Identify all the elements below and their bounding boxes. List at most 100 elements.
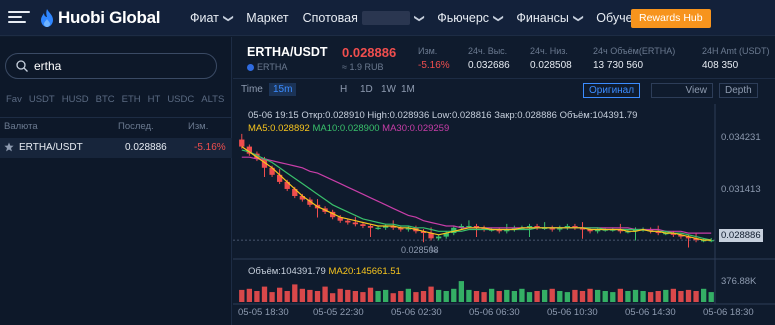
nav-item[interactable]: Фьючерс ❯ bbox=[437, 11, 504, 25]
column-change[interactable]: Изм. bbox=[188, 121, 208, 132]
volume-bar bbox=[367, 287, 374, 302]
nav-item[interactable]: Спотовая ❯ bbox=[302, 11, 425, 25]
interval-1d[interactable]: 1D bbox=[360, 84, 373, 95]
ticker-symbol[interactable]: ERTHA/USDT bbox=[247, 45, 328, 59]
market-row-pair: ERTHA/USDT bbox=[19, 142, 83, 153]
volume-bar bbox=[405, 288, 412, 302]
chevron-down-icon: ❯ bbox=[572, 13, 584, 23]
market-list-header: Валюта Послед. Изм. bbox=[0, 117, 232, 135]
volume-bar bbox=[511, 291, 518, 302]
filter-tab[interactable]: Fav bbox=[6, 94, 22, 108]
candle-body bbox=[367, 226, 374, 228]
filter-tab[interactable]: ALTS bbox=[201, 94, 224, 108]
volume-bar bbox=[602, 291, 608, 302]
volume-bar bbox=[352, 291, 359, 302]
interval-15m[interactable]: 15m bbox=[269, 83, 297, 96]
filter-tab[interactable]: ETH bbox=[122, 94, 141, 108]
volume-bar bbox=[322, 286, 328, 302]
nav-item[interactable]: Фиат ❯ bbox=[190, 11, 234, 25]
rewards-hub-button[interactable]: Rewards Hub bbox=[631, 9, 711, 28]
volume-ma20-legend: MA20:145661.51 bbox=[328, 266, 401, 277]
ticker-header: ERTHA/USDT ERTHA 0.028886 ≈ 1.9 RUB Изм.… bbox=[233, 37, 775, 79]
last-price-tag: 0.028886 bbox=[719, 229, 763, 242]
top-navigation-bar: Huobi Global Фиат ❯ Маркет Спотовая ❯ Фьючерс… bbox=[0, 0, 775, 36]
brand-name: Huobi Global bbox=[58, 8, 161, 27]
volume-bar bbox=[534, 291, 540, 302]
candlestick-chart[interactable]: 05-06 19:15 Откр:0.028910 High:0.028936 … bbox=[233, 104, 775, 325]
stat-24h-low: 24ч. Низ. 0.028508 bbox=[530, 46, 572, 71]
volume-bar bbox=[541, 289, 548, 302]
view-tradingview-button[interactable]: View bbox=[651, 83, 713, 98]
view-original-button[interactable]: Оригинал bbox=[583, 83, 641, 98]
volume-bar bbox=[292, 284, 298, 302]
stat-label: 24ч. Низ. bbox=[530, 46, 568, 56]
volume-bar bbox=[390, 293, 396, 302]
stat-label: 24ч Объём(ERTHA) bbox=[593, 46, 676, 56]
interval-1m[interactable]: 1M bbox=[401, 84, 415, 95]
nav-item-label: Маркет bbox=[246, 11, 289, 25]
volume-bar bbox=[337, 288, 343, 302]
nav-item-label: Фьючерс bbox=[437, 11, 490, 25]
ticker-base-name: ERTHA bbox=[257, 62, 288, 72]
search-box[interactable] bbox=[5, 53, 217, 79]
volume-bar bbox=[708, 292, 714, 302]
volume-tick-label: 376.88K bbox=[721, 276, 757, 287]
redacted-block bbox=[361, 11, 410, 25]
chevron-down-icon: ❯ bbox=[492, 13, 504, 23]
market-row[interactable]: ERTHA/USDT 0.028886 -5.16% bbox=[0, 138, 232, 158]
search-input[interactable] bbox=[34, 58, 204, 74]
y-tick-label: 0.034231 bbox=[721, 132, 761, 143]
volume-bar bbox=[700, 288, 707, 302]
stat-value: 0.032686 bbox=[468, 60, 510, 71]
stat-24h-high: 24ч. Выс. 0.032686 bbox=[468, 46, 510, 71]
stat-value: 408 350 bbox=[702, 60, 739, 71]
ertha-coin-icon bbox=[247, 63, 254, 71]
volume-bar bbox=[549, 288, 555, 302]
volume-bar bbox=[443, 291, 449, 302]
volume-bar bbox=[345, 289, 351, 302]
market-row-change: -5.16% bbox=[194, 142, 226, 153]
x-tick-label: 05-06 02:30 bbox=[391, 307, 442, 318]
filter-tab[interactable]: FIA bbox=[231, 94, 232, 108]
filter-tab[interactable]: HUSD bbox=[62, 94, 89, 108]
nav-item-label: Спотовая bbox=[302, 11, 358, 25]
x-tick-label: 05-06 14:30 bbox=[625, 307, 676, 318]
volume-bar bbox=[276, 287, 283, 302]
volume-bar bbox=[670, 288, 677, 302]
volume-bar bbox=[632, 289, 639, 302]
volume-bar bbox=[458, 281, 465, 302]
ticker-base: ERTHA bbox=[247, 62, 287, 72]
volume-bar bbox=[254, 291, 260, 302]
volume-bar bbox=[481, 292, 487, 302]
stat-change: Изм. -5.16% bbox=[418, 46, 450, 71]
volume-bar bbox=[435, 289, 442, 302]
huobi-flame-icon bbox=[41, 9, 53, 27]
interval-hour[interactable]: H bbox=[340, 84, 347, 95]
nav-item-label: Финансы bbox=[516, 11, 569, 25]
filter-tab[interactable]: USDT bbox=[29, 94, 55, 108]
hamburger-menu-icon[interactable] bbox=[8, 11, 30, 25]
favorite-star-icon[interactable] bbox=[4, 142, 14, 152]
volume-bar bbox=[284, 291, 290, 302]
ma-legend: MA5:0.028892 MA10:0.028900 MA30:0.029259 bbox=[248, 123, 449, 134]
filter-tab[interactable]: HT bbox=[148, 94, 161, 108]
column-currency[interactable]: Валюта bbox=[4, 121, 38, 132]
volume-bar bbox=[360, 292, 366, 302]
filter-tab[interactable]: USDC bbox=[167, 94, 194, 108]
depth-chart-button[interactable]: Depth bbox=[719, 83, 758, 98]
volume-legend: Объём:104391.79 MA20:145661.51 bbox=[248, 266, 401, 277]
volume-bar bbox=[594, 289, 601, 302]
volume-bar bbox=[640, 291, 646, 302]
nav-item[interactable]: Маркет bbox=[246, 11, 288, 25]
interval-1w[interactable]: 1W bbox=[381, 84, 396, 95]
market-row-price: 0.028886 bbox=[125, 142, 167, 153]
stat-value: 0.028508 bbox=[530, 60, 572, 71]
column-last-price[interactable]: Послед. bbox=[118, 121, 154, 132]
volume-bar bbox=[625, 291, 631, 302]
volume-bar bbox=[663, 289, 669, 302]
filter-tab[interactable]: BTC bbox=[96, 94, 115, 108]
huobi-logo[interactable]: Huobi Global bbox=[40, 8, 160, 28]
volume-bar bbox=[375, 291, 381, 302]
stat-24h-volume: 24ч Объём(ERTHA) 13 730 560 bbox=[593, 46, 675, 71]
nav-item[interactable]: Финансы ❯ bbox=[516, 11, 584, 25]
